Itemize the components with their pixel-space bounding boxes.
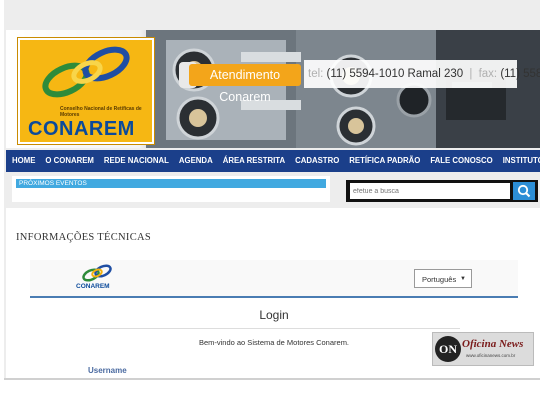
tel-label: tel: (308, 68, 324, 80)
chevron-down-icon: ▼ (460, 276, 466, 282)
watermark-name: Oficina News (462, 338, 524, 350)
search-button[interactable] (513, 182, 535, 200)
phone-separator: | (469, 68, 473, 80)
nav-instituto-mobilidade[interactable]: INSTITUTO DA MOBILIDADE (498, 150, 540, 172)
watermark-url: www.oficinanews.com.br (466, 353, 516, 358)
attendance-badge[interactable]: Atendimento Conarem (189, 64, 301, 104)
chain-logo-icon (42, 46, 130, 98)
main-nav: HOME O CONAREM REDE NACIONAL AGENDA ÁREA… (6, 150, 540, 172)
username-label: Username (88, 366, 127, 375)
nav-retifica-padrao[interactable]: RETÍFICA PADRÃO (344, 150, 425, 172)
page-title: INFORMAÇÕES TÉCNICAS (16, 232, 152, 243)
embed-logo-name: CONAREM (76, 283, 110, 290)
bottom-divider (4, 378, 540, 380)
fax-label: fax: (478, 68, 498, 80)
oficina-news-watermark: ON Oficina News www.oficinanews.com.br (432, 332, 534, 366)
logo-subtitle: Conselho Nacional de Retíficas de Motore… (60, 106, 142, 118)
conarem-logo[interactable]: Conselho Nacional de Retíficas de Motore… (18, 38, 154, 144)
language-value: Português (422, 275, 457, 284)
tel-value: (11) 5594-1010 Ramal 230 (326, 68, 464, 80)
logo-name: CONAREM (28, 118, 135, 140)
embed-header: CONAREM Português ▼ (30, 260, 518, 298)
nav-cadastro[interactable]: CADASTRO (290, 150, 344, 172)
events-panel: PRÓXIMOS EVENTOS (12, 176, 330, 202)
search-input[interactable] (350, 183, 510, 199)
login-divider (90, 328, 460, 329)
login-title: Login (259, 308, 289, 322)
nav-area-restrita[interactable]: ÁREA RESTRITA (218, 150, 290, 172)
engine-banner-image (146, 30, 540, 148)
nav-o-conarem[interactable]: O CONAREM (40, 150, 99, 172)
fax-value: (11) 5585-0291 (500, 68, 540, 80)
events-title[interactable]: PRÓXIMOS EVENTOS (16, 179, 326, 188)
search-box (346, 180, 538, 202)
language-select[interactable]: Português ▼ (414, 269, 472, 288)
nav-rede-nacional[interactable]: REDE NACIONAL (99, 150, 174, 172)
contact-bar: Atendimento Conarem tel: (11) 5594-1010 … (179, 60, 540, 104)
watermark-initials: ON (435, 336, 461, 362)
browser-viewport: Conselho Nacional de Retíficas de Motore… (4, 0, 540, 380)
nav-home[interactable]: HOME (6, 150, 40, 172)
nav-fale-conosco[interactable]: FALE CONOSCO (425, 150, 497, 172)
site-header: Conselho Nacional de Retíficas de Motore… (6, 30, 540, 148)
nav-agenda[interactable]: AGENDA (174, 150, 218, 172)
phone-info: tel: (11) 5594-1010 Ramal 230 | fax: (11… (304, 60, 540, 88)
search-icon (517, 184, 531, 198)
